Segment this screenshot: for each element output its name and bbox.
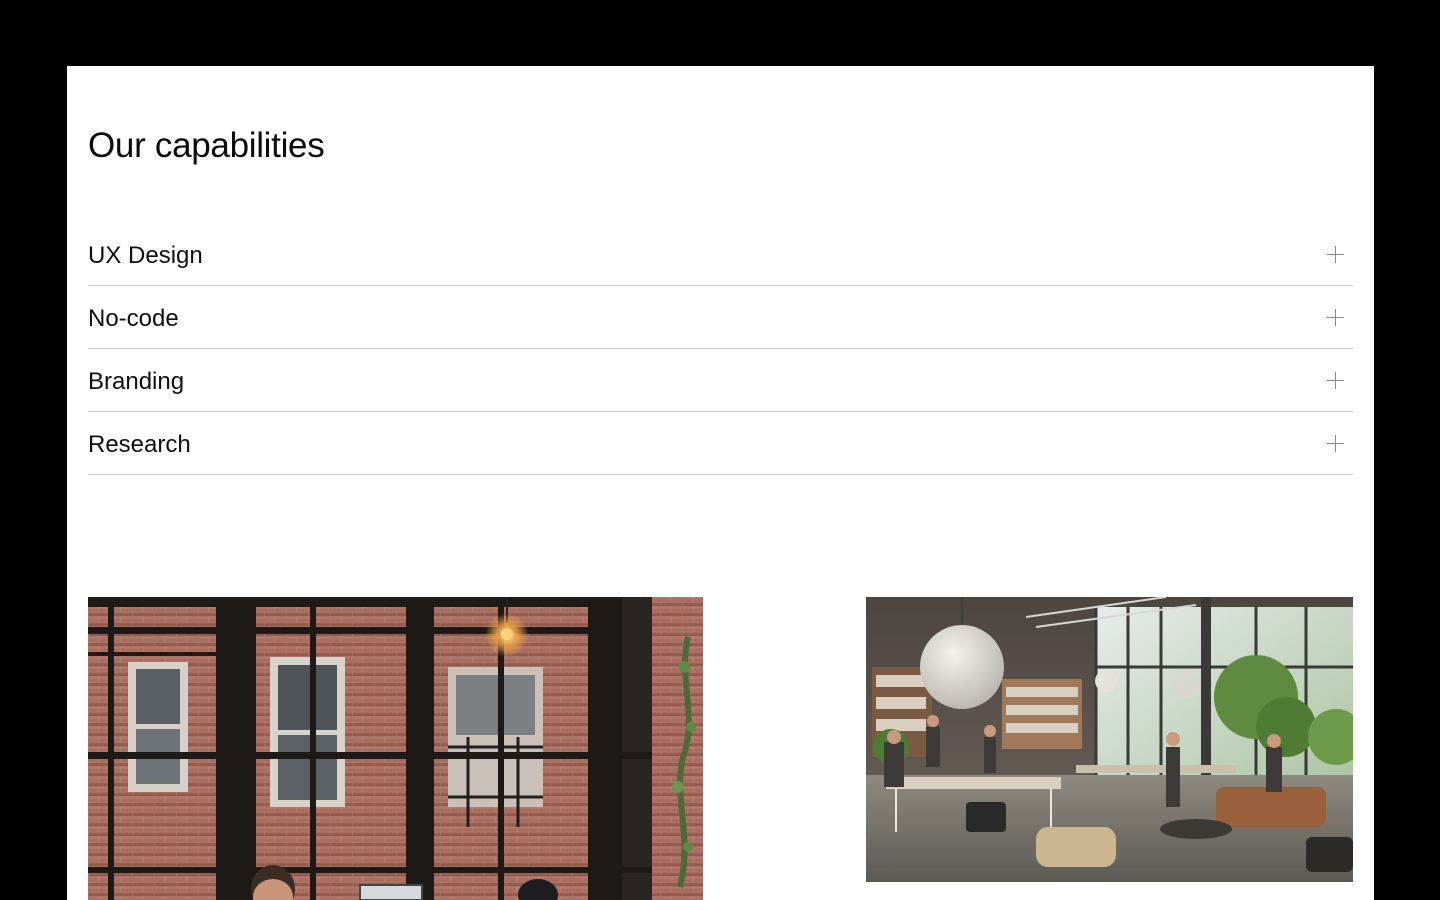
accordion-item-ux-design[interactable]: UX Design xyxy=(88,223,1353,286)
accordion-item-label: Branding xyxy=(88,368,185,395)
capabilities-accordion: UX Design No-code Branding Research xyxy=(88,223,1353,475)
loft-office-windows-photo xyxy=(88,597,703,900)
plus-icon[interactable] xyxy=(1327,308,1344,326)
plus-icon[interactable] xyxy=(1327,245,1344,263)
plus-icon[interactable] xyxy=(1327,371,1344,389)
accordion-item-branding[interactable]: Branding xyxy=(88,349,1353,412)
section-title: Our capabilities xyxy=(88,126,325,165)
accordion-item-label: No-code xyxy=(88,305,179,332)
open-plan-office-photo xyxy=(866,597,1353,882)
page-surface: Our capabilities UX Design No-code Brand… xyxy=(67,66,1374,900)
plus-icon[interactable] xyxy=(1327,434,1344,452)
accordion-item-no-code[interactable]: No-code xyxy=(88,286,1353,349)
accordion-item-research[interactable]: Research xyxy=(88,412,1353,475)
accordion-item-label: UX Design xyxy=(88,242,203,269)
accordion-item-label: Research xyxy=(88,431,191,458)
